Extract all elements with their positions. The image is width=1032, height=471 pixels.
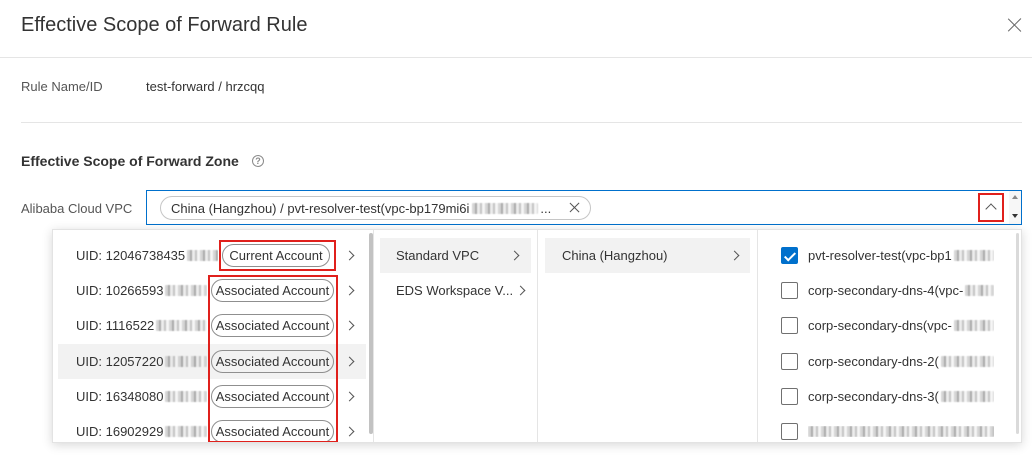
header-divider [0, 57, 1032, 58]
vpc-option[interactable]: corp-secondary-dns(vpc- [758, 308, 1021, 343]
redacted-text [165, 355, 207, 367]
vpc-label: corp-secondary-dns-3( [808, 388, 939, 404]
selected-vpc-tag-text: China (Hangzhou) / pvt-resolver-test(vpc… [171, 200, 470, 216]
scroll-down-arrow-icon[interactable] [1012, 214, 1018, 218]
chevron-right-icon [344, 391, 355, 402]
chevron-right-icon [344, 285, 355, 296]
account-uid: UID: 16348080 [76, 388, 164, 404]
vpc-option[interactable]: corp-secondary-dns-3( [758, 379, 1021, 414]
chevron-up-icon [985, 203, 997, 215]
redacted-text [940, 355, 994, 367]
vpc-type-label: EDS Workspace V... [396, 283, 514, 299]
account-uid: UID: 1116522 [76, 318, 155, 334]
chevron-right-icon [344, 356, 355, 367]
redacted-text [165, 285, 207, 297]
chevron-right-icon [344, 320, 355, 331]
rule-name-label: Rule Name/ID [21, 79, 103, 94]
redacted-text [165, 390, 207, 402]
chevron-right-icon [509, 250, 520, 261]
vpc-type-item[interactable]: EDS Workspace V... [380, 273, 531, 308]
tag-remove-icon[interactable] [569, 202, 580, 213]
close-icon[interactable] [1008, 18, 1022, 32]
redacted-text [472, 202, 539, 214]
associated-account-highlight [208, 275, 338, 442]
vpc-multiselect[interactable]: China (Hangzhou) / pvt-resolver-test(vpc… [146, 190, 1022, 225]
dropdown-toggle-button[interactable] [978, 193, 1004, 222]
current-account-highlight [219, 240, 336, 271]
chevron-right-icon [344, 250, 355, 261]
vpc-label: corp-secondary-dns(vpc- [808, 318, 952, 334]
checkbox-icon[interactable] [781, 423, 798, 441]
chevron-right-icon [344, 426, 355, 437]
checkbox-icon[interactable] [781, 247, 798, 265]
input-scrollbar[interactable] [1009, 191, 1021, 224]
vpc-option[interactable]: corp-secondary-dns-2( [758, 344, 1021, 379]
vpc-column-scrollbar[interactable] [1016, 233, 1019, 434]
vpc-select-label: Alibaba Cloud VPC [21, 201, 133, 216]
rule-name-value: test-forward / hrzcqq [146, 79, 265, 94]
dialog-title: Effective Scope of Forward Rule [21, 14, 308, 36]
checkbox-icon[interactable] [781, 352, 798, 370]
redacted-text [187, 250, 218, 262]
cascader-dropdown: UID: 12046738435 Current Account UID: 10… [52, 229, 1022, 443]
vpc-option[interactable]: corp-secondary-dns-4(vpc- [758, 273, 1021, 308]
chevron-right-icon [515, 285, 526, 296]
vpc-label: corp-secondary-dns-2( [808, 353, 939, 369]
checkbox-icon[interactable] [781, 282, 798, 300]
checkbox-icon[interactable] [781, 317, 798, 335]
section-divider [21, 122, 1022, 123]
vpc-label: pvt-resolver-test(vpc-bp1 [808, 248, 952, 264]
selected-vpc-tag[interactable]: China (Hangzhou) / pvt-resolver-test(vpc… [160, 196, 591, 220]
redacted-text [165, 426, 207, 438]
redacted-text [156, 320, 207, 332]
redacted-text [808, 426, 994, 438]
vpc-label: corp-secondary-dns-4(vpc- [808, 283, 964, 299]
vpc-type-item[interactable]: Standard VPC [380, 238, 531, 274]
question-circle-icon[interactable] [252, 155, 264, 167]
chevron-right-icon [729, 250, 740, 261]
scroll-up-arrow-icon[interactable] [1012, 195, 1018, 199]
vpc-type-label: Standard VPC [396, 248, 480, 264]
account-uid: UID: 12046738435 [76, 248, 186, 264]
redacted-text [965, 285, 994, 297]
region-column: China (Hangzhou) [538, 230, 758, 442]
redacted-text [953, 320, 994, 332]
vpc-option[interactable]: pvt-resolver-test(vpc-bp1 [758, 238, 1021, 273]
checkbox-icon[interactable] [781, 387, 798, 405]
account-uid: UID: 10266593 [76, 283, 164, 299]
section-title: Effective Scope of Forward Zone [21, 153, 239, 169]
account-column: UID: 12046738435 Current Account UID: 10… [53, 230, 374, 442]
account-column-scrollbar[interactable] [369, 233, 373, 434]
region-label: China (Hangzhou) [562, 248, 668, 264]
region-item[interactable]: China (Hangzhou) [545, 238, 750, 274]
account-uid: UID: 16902929 [76, 424, 164, 440]
vpc-option[interactable] [758, 414, 1021, 442]
tag-ellipsis: ... [540, 200, 552, 216]
redacted-text [940, 390, 994, 402]
account-uid: UID: 12057220 [76, 353, 164, 369]
vpc-column: pvt-resolver-test(vpc-bp1 corp-secondary… [758, 230, 1021, 442]
vpc-type-column: Standard VPC EDS Workspace V... [374, 230, 538, 442]
redacted-text [953, 250, 994, 262]
